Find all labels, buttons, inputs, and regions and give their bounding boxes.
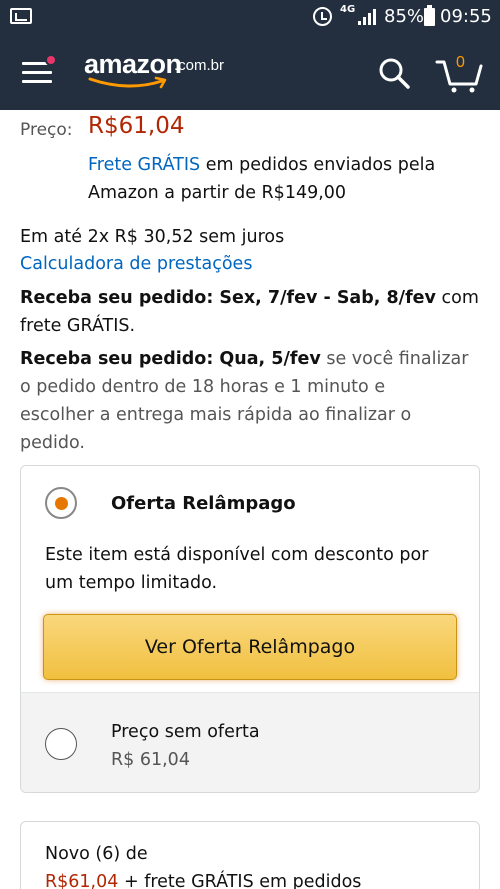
delivery-estimate: Receba seu pedido: Sex, 7/fev - Sab, 8/f…	[20, 284, 490, 340]
cart-count: 0	[456, 54, 465, 71]
notification-dot	[45, 54, 57, 66]
search-button[interactable]	[376, 56, 412, 92]
network-type: 4G	[340, 4, 356, 15]
price-value: R$61,04	[88, 113, 185, 139]
new-offers-price-line: R$61,04 + frete GRÁTIS em pedidos	[45, 868, 361, 889]
alarm-icon	[313, 7, 332, 26]
fast-delivery: Receba seu pedido: Qua, 5/fev se você fi…	[20, 345, 490, 457]
screenshot-icon	[10, 8, 32, 24]
smile-icon	[88, 76, 167, 89]
search-icon	[379, 58, 410, 89]
amazon-logo[interactable]: amazon .com.br	[84, 49, 254, 99]
price-label: Preço:	[20, 120, 73, 140]
status-bar: 4G 85% 09:55	[0, 0, 500, 34]
fast-delivery-line-3: escolher a entrega mais rápida ao finali…	[20, 405, 412, 425]
fast-delivery-bold: Receba seu pedido: Qua, 5/fev	[20, 349, 321, 369]
installments-text: Em até 2x R$ 30,52 sem juros	[20, 227, 285, 247]
view-deal-button[interactable]: Ver Oferta Relâmpago	[43, 614, 457, 680]
offer-options: Oferta Relâmpago Este item está disponív…	[20, 465, 480, 793]
clock: 09:55	[440, 6, 492, 27]
no-offer-option[interactable]: Preço sem oferta R$ 61,04	[21, 692, 479, 792]
delivery-estimate-free: frete GRÁTIS.	[20, 316, 136, 336]
shipping-text: em pedidos enviados pela	[200, 155, 436, 175]
new-offers-label: Novo (6) de	[45, 844, 148, 864]
delivery-estimate-rest: com	[435, 288, 479, 308]
signal-icon	[358, 9, 380, 25]
free-shipping-link[interactable]: Frete GRÁTIS	[88, 155, 200, 175]
battery-percent: 85%	[384, 6, 425, 27]
cart-button[interactable]: 0	[434, 52, 484, 94]
logo-domain: .com.br	[174, 57, 225, 74]
no-offer-radio[interactable]	[45, 728, 77, 760]
shipping-info: Frete GRÁTIS em pedidos enviados pela Am…	[88, 151, 488, 207]
deal-description-1: Este item está disponível com desconto p…	[45, 545, 429, 565]
app-header: amazon .com.br 0	[0, 34, 500, 110]
new-offers-price: R$61,04	[45, 872, 119, 889]
new-offers-suffix: + frete GRÁTIS em pedidos	[118, 872, 362, 889]
no-offer-title: Preço sem oferta	[111, 722, 260, 742]
battery-icon	[424, 5, 435, 26]
deal-option[interactable]: Oferta Relâmpago Este item está disponív…	[21, 466, 479, 692]
fast-delivery-condition: se você finalizar	[320, 349, 469, 369]
installment-calculator-link[interactable]: Calculadora de prestações	[20, 250, 252, 278]
no-offer-price: R$ 61,04	[111, 750, 190, 770]
fast-delivery-line-4: pedido.	[20, 433, 85, 453]
deal-title: Oferta Relâmpago	[111, 493, 296, 514]
deal-description-2: um tempo limitado.	[45, 573, 218, 593]
shipping-threshold: Amazon a partir de R$149,00	[88, 183, 347, 203]
new-offers-box[interactable]: Novo (6) de R$61,04 + frete GRÁTIS em pe…	[20, 821, 480, 889]
delivery-estimate-bold: Receba seu pedido: Sex, 7/fev - Sab, 8/f…	[20, 288, 436, 308]
deal-radio[interactable]	[45, 487, 77, 519]
fast-delivery-line-2: o pedido dentro de 18 horas e 1 minuto e	[20, 377, 386, 397]
